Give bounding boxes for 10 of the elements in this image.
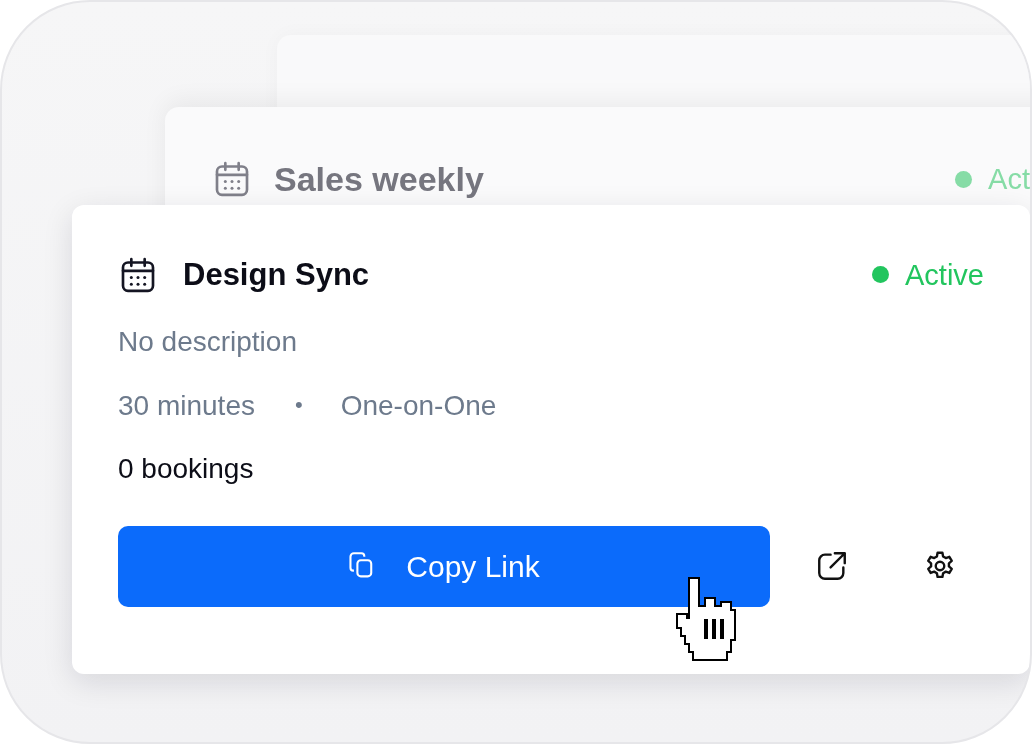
status-label: Active xyxy=(905,257,984,293)
meeting-type-label: One-on-One xyxy=(340,388,497,423)
bookings-count: 0 bookings xyxy=(118,452,255,486)
event-description: No description xyxy=(118,325,298,359)
status-label: Act xyxy=(988,162,1030,197)
event-title: Sales weekly xyxy=(274,159,484,200)
separator: • xyxy=(294,392,303,419)
event-title: Design Sync xyxy=(183,256,370,294)
duration-label: 30 minutes xyxy=(118,388,255,423)
copy-link-button[interactable]: Copy Link xyxy=(118,525,770,607)
